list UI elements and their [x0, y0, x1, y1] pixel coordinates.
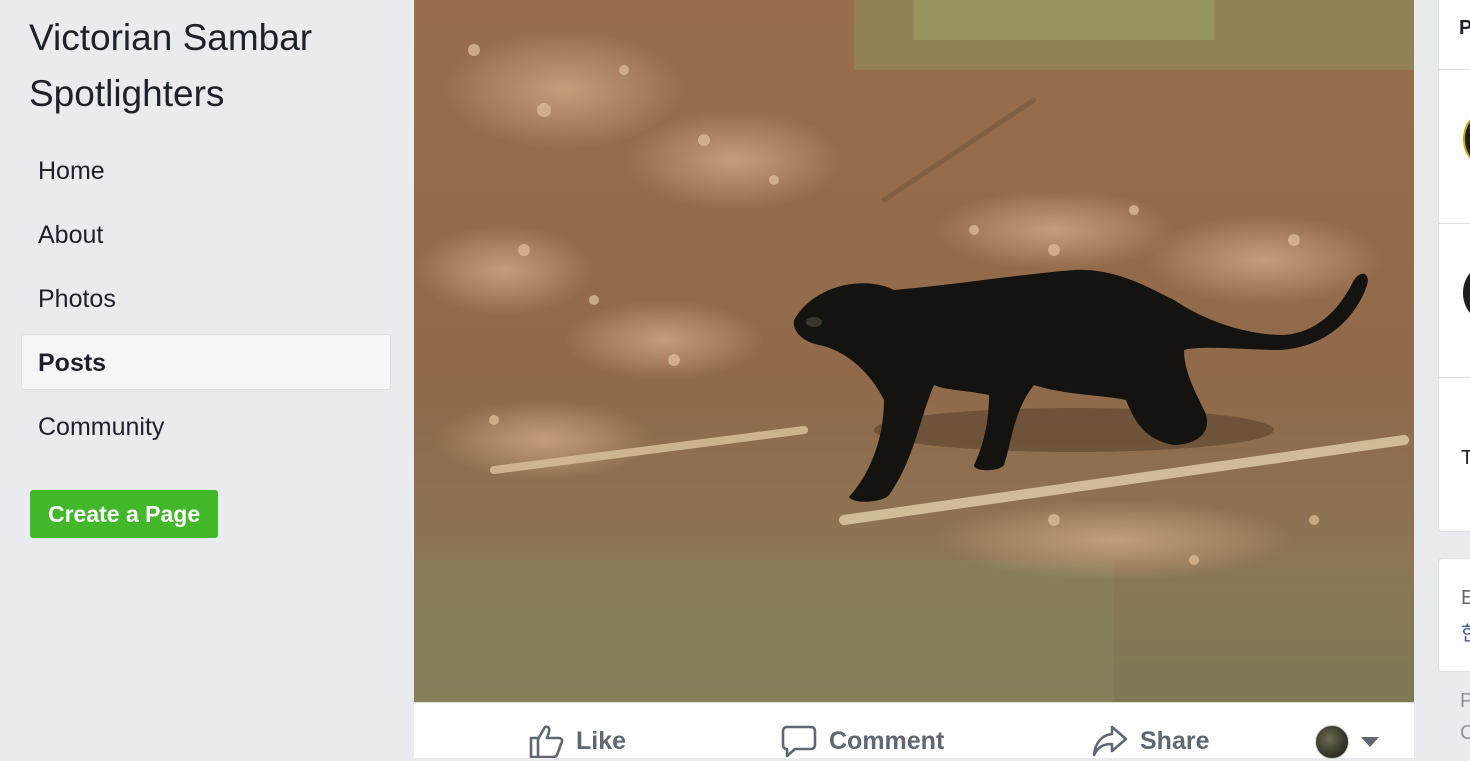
share-button[interactable]: Share	[1092, 721, 1209, 761]
create-page-button[interactable]: Create a Page	[30, 490, 219, 538]
divider	[1439, 377, 1470, 378]
language-label: E	[1461, 587, 1470, 609]
right-card-text: T	[1461, 447, 1470, 469]
comment-label: Comment	[829, 726, 945, 755]
comment-button[interactable]: Comment	[781, 721, 944, 761]
right-card-pages: P T	[1438, 0, 1470, 532]
footer-link[interactable]: P	[1460, 690, 1470, 713]
left-sidebar: Victorian Sambar Spotlighters Home About…	[0, 0, 414, 757]
divider	[1439, 69, 1470, 70]
like-button[interactable]: Like	[528, 721, 626, 761]
nav-item-home[interactable]: Home	[21, 142, 391, 198]
page-name-title[interactable]: Victorian Sambar Spotlighters	[29, 10, 389, 122]
nav-item-about[interactable]: About	[21, 206, 391, 262]
like-label: Like	[576, 726, 627, 755]
post-as-selector[interactable]	[1315, 725, 1379, 759]
share-label: Share	[1140, 726, 1210, 755]
avatar[interactable]	[1463, 107, 1470, 171]
divider	[1439, 223, 1470, 224]
nav-item-photos[interactable]: Photos	[21, 270, 391, 326]
nav-item-community[interactable]: Community	[21, 398, 391, 454]
thumbs-up-icon	[529, 725, 564, 758]
language-link[interactable]: 한	[1461, 617, 1470, 646]
right-card-header: P	[1459, 17, 1470, 39]
footer-link[interactable]: C	[1460, 722, 1470, 745]
page-nav: Home About Photos Posts Community	[21, 142, 391, 462]
black-panther-photo	[414, 0, 1414, 702]
nav-item-posts[interactable]: Posts	[21, 334, 391, 390]
avatar	[1315, 725, 1349, 759]
post-card: Like Comment Share	[414, 0, 1414, 761]
right-column: P T E 한 P C	[1438, 0, 1470, 757]
post-photo[interactable]	[414, 0, 1414, 702]
comment-bubble-icon	[781, 725, 817, 758]
right-card-language: E 한	[1438, 558, 1470, 672]
share-arrow-icon	[1092, 725, 1128, 757]
post-action-bar: Like Comment Share	[414, 702, 1414, 761]
caret-down-icon	[1361, 737, 1379, 747]
avatar[interactable]	[1463, 261, 1470, 325]
